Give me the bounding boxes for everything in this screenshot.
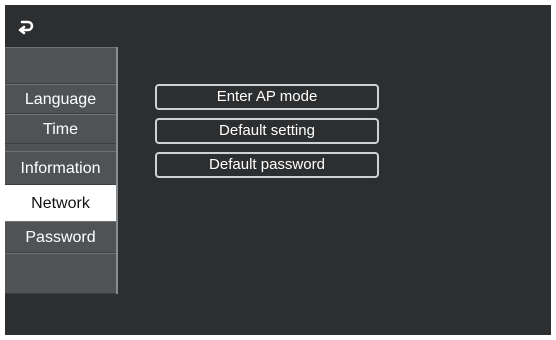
sidebar-spacer-top [5, 47, 116, 84]
default-password-button[interactable]: Default password [155, 152, 379, 178]
default-setting-button[interactable]: Default setting [155, 118, 379, 144]
sidebar-item-network[interactable]: Network [5, 185, 116, 221]
sidebar-spacer-bottom [5, 253, 116, 294]
back-arrow-icon[interactable] [16, 17, 36, 37]
sidebar-item-information[interactable]: Information [5, 151, 116, 185]
settings-sidebar: Language Time Information Network Passwo… [5, 47, 118, 294]
sidebar-item-time[interactable]: Time [5, 114, 116, 144]
enter-ap-mode-button[interactable]: Enter AP mode [155, 84, 379, 110]
sidebar-item-password[interactable]: Password [5, 221, 116, 253]
settings-screen: Language Time Information Network Passwo… [5, 5, 551, 335]
sidebar-item-language[interactable]: Language [5, 84, 116, 114]
